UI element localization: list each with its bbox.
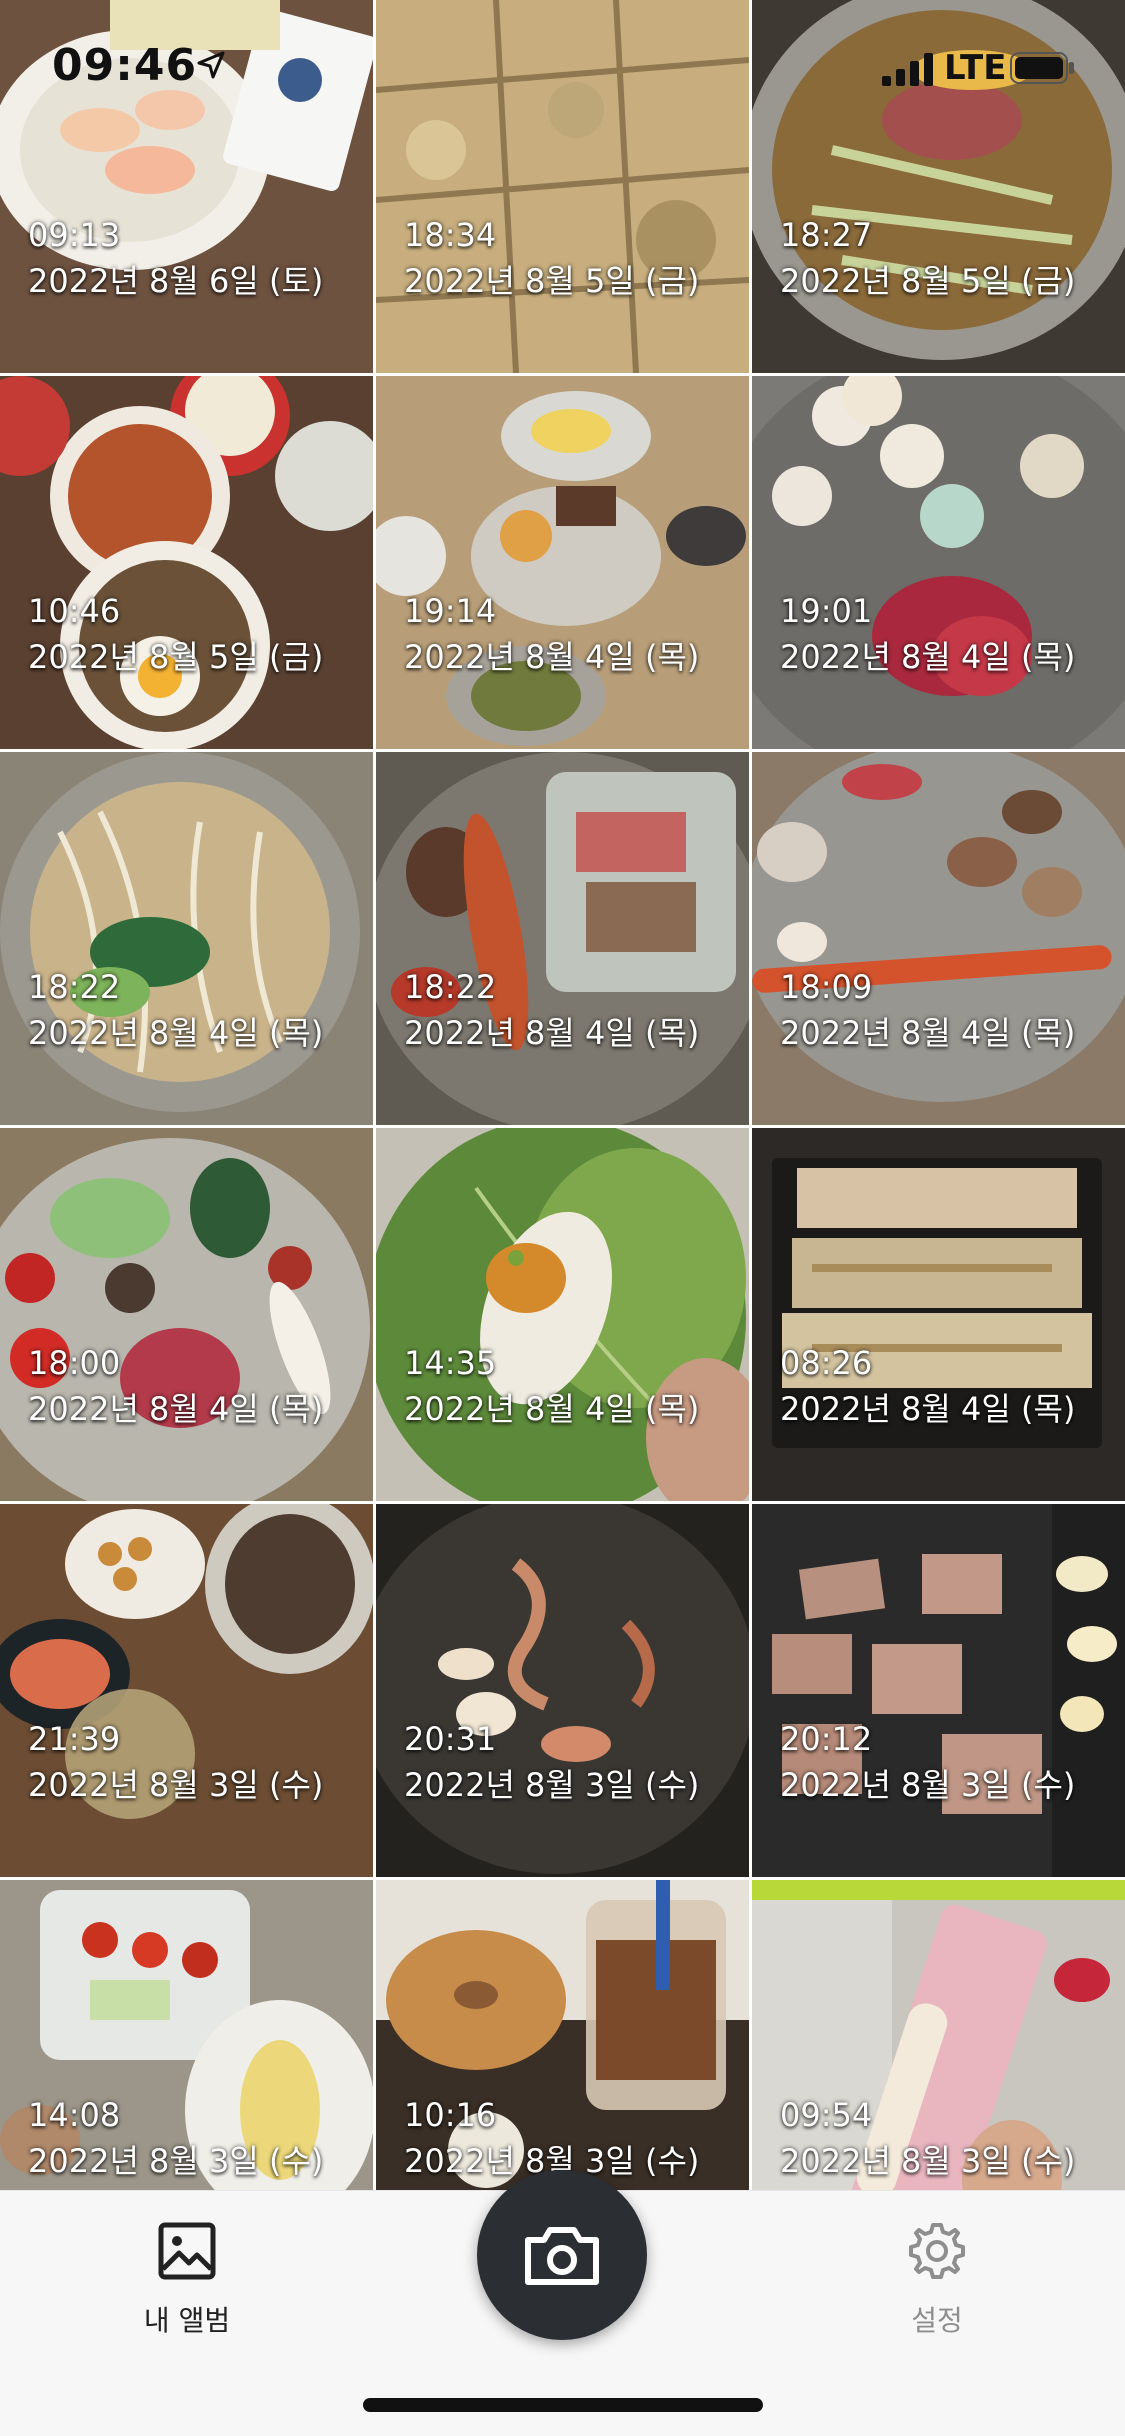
photo-time: 18:00 xyxy=(28,1344,121,1382)
photo-time: 19:14 xyxy=(404,592,497,630)
photo-date: 2022년 8월 4일 (목) xyxy=(404,1014,700,1052)
photo-date: 2022년 8월 4일 (목) xyxy=(780,1390,1076,1428)
photo-thumbnail xyxy=(376,0,749,373)
photo-tile[interactable]: 08:26 2022년 8월 4일 (목) xyxy=(752,1128,1125,1501)
photo-date: 2022년 8월 4일 (목) xyxy=(404,1390,700,1428)
photo-thumbnail xyxy=(0,1504,373,1877)
photo-time: 21:39 xyxy=(28,1720,121,1758)
photo-date: 2022년 8월 5일 (금) xyxy=(404,262,700,300)
photo-tile[interactable]: 18:27 2022년 8월 5일 (금) xyxy=(752,0,1125,373)
photo-thumbnail xyxy=(376,752,749,1125)
photo-tile[interactable]: 14:35 2022년 8월 4일 (목) xyxy=(376,1128,749,1501)
tab-my-album-label: 내 앨범 xyxy=(143,2304,231,2337)
photo-time: 19:01 xyxy=(780,592,873,630)
photo-tile[interactable]: 18:09 2022년 8월 4일 (목) xyxy=(752,752,1125,1125)
photo-time: 18:22 xyxy=(28,968,121,1006)
photo-thumbnail xyxy=(752,0,1125,373)
photo-date: 2022년 8월 3일 (수) xyxy=(780,1766,1076,1804)
photo-tile[interactable]: 19:01 2022년 8월 4일 (목) xyxy=(752,376,1125,749)
photo-tile[interactable]: 18:34 2022년 8월 5일 (금) xyxy=(376,0,749,373)
photo-time: 18:34 xyxy=(404,216,497,254)
photo-thumbnail xyxy=(752,1504,1125,1877)
home-indicator xyxy=(363,2398,763,2412)
tab-my-album[interactable]: 내 앨범 xyxy=(107,2219,267,2339)
photo-thumbnail xyxy=(752,1128,1125,1501)
photo-tile[interactable]: 21:39 2022년 8월 3일 (수) xyxy=(0,1504,373,1877)
photo-date: 2022년 8월 4일 (목) xyxy=(780,638,1076,676)
tab-settings-label: 설정 xyxy=(911,2304,963,2337)
photo-time: 20:12 xyxy=(780,1720,873,1758)
photo-time: 20:31 xyxy=(404,1720,497,1758)
photo-thumbnail xyxy=(376,376,749,749)
photo-thumbnail xyxy=(376,1128,749,1501)
photo-time: 09:54 xyxy=(780,2096,873,2134)
tab-settings[interactable]: 설정 xyxy=(857,2219,1017,2339)
photo-tile[interactable]: 19:14 2022년 8월 4일 (목) xyxy=(376,376,749,749)
photo-time: 14:35 xyxy=(404,1344,497,1382)
camera-button[interactable] xyxy=(477,2170,647,2340)
photo-thumbnail xyxy=(752,376,1125,749)
photo-thumbnail xyxy=(0,0,373,373)
photo-time: 08:26 xyxy=(780,1344,873,1382)
photo-tile[interactable]: 18:00 2022년 8월 4일 (목) xyxy=(0,1128,373,1501)
photo-date: 2022년 8월 5일 (금) xyxy=(28,638,324,676)
photo-tile[interactable]: 18:22 2022년 8월 4일 (목) xyxy=(0,752,373,1125)
photo-time: 10:16 xyxy=(404,2096,497,2134)
photo-date: 2022년 8월 3일 (수) xyxy=(404,1766,700,1804)
gear-icon xyxy=(909,2223,965,2279)
photo-date: 2022년 8월 4일 (목) xyxy=(28,1390,324,1428)
photo-date: 2022년 8월 5일 (금) xyxy=(780,262,1076,300)
photo-album-icon xyxy=(158,2222,216,2280)
photo-tile[interactable]: 09:54 2022년 8월 3일 (수) xyxy=(752,1880,1125,2190)
photo-date: 2022년 8월 6일 (토) xyxy=(28,262,324,300)
photo-thumbnail xyxy=(752,752,1125,1125)
photo-date: 2022년 8월 3일 (수) xyxy=(28,2142,324,2180)
photo-time: 09:13 xyxy=(28,216,121,254)
photo-tile[interactable]: 20:12 2022년 8월 3일 (수) xyxy=(752,1504,1125,1877)
photo-tile[interactable]: 10:46 2022년 8월 5일 (금) xyxy=(0,376,373,749)
photo-thumbnail xyxy=(0,376,373,749)
photo-time: 18:27 xyxy=(780,216,873,254)
photo-date: 2022년 8월 4일 (목) xyxy=(780,1014,1076,1052)
photo-tile[interactable]: 20:31 2022년 8월 3일 (수) xyxy=(376,1504,749,1877)
photo-grid: 09:13 2022년 8월 6일 (토) 18:34 2022년 8월 5일 … xyxy=(0,0,1125,2190)
photo-time: 18:09 xyxy=(780,968,873,1006)
photo-tile[interactable]: 10:16 2022년 8월 3일 (수) xyxy=(376,1880,749,2190)
photo-time: 10:46 xyxy=(28,592,121,630)
photo-date: 2022년 8월 4일 (목) xyxy=(28,1014,324,1052)
photo-date: 2022년 8월 4일 (목) xyxy=(404,638,700,676)
photo-tile[interactable]: 14:08 2022년 8월 3일 (수) xyxy=(0,1880,373,2190)
photo-date: 2022년 8월 3일 (수) xyxy=(28,1766,324,1804)
photo-date: 2022년 8월 3일 (수) xyxy=(780,2142,1076,2180)
photo-thumbnail xyxy=(376,1504,749,1877)
photo-time: 14:08 xyxy=(28,2096,121,2134)
photo-thumbnail xyxy=(0,1128,373,1501)
photo-tile[interactable]: 18:22 2022년 8월 4일 (목) xyxy=(376,752,749,1125)
photo-time: 18:22 xyxy=(404,968,497,1006)
photo-thumbnail xyxy=(0,752,373,1125)
photo-tile[interactable]: 09:13 2022년 8월 6일 (토) xyxy=(0,0,373,373)
camera-icon xyxy=(525,2227,599,2285)
